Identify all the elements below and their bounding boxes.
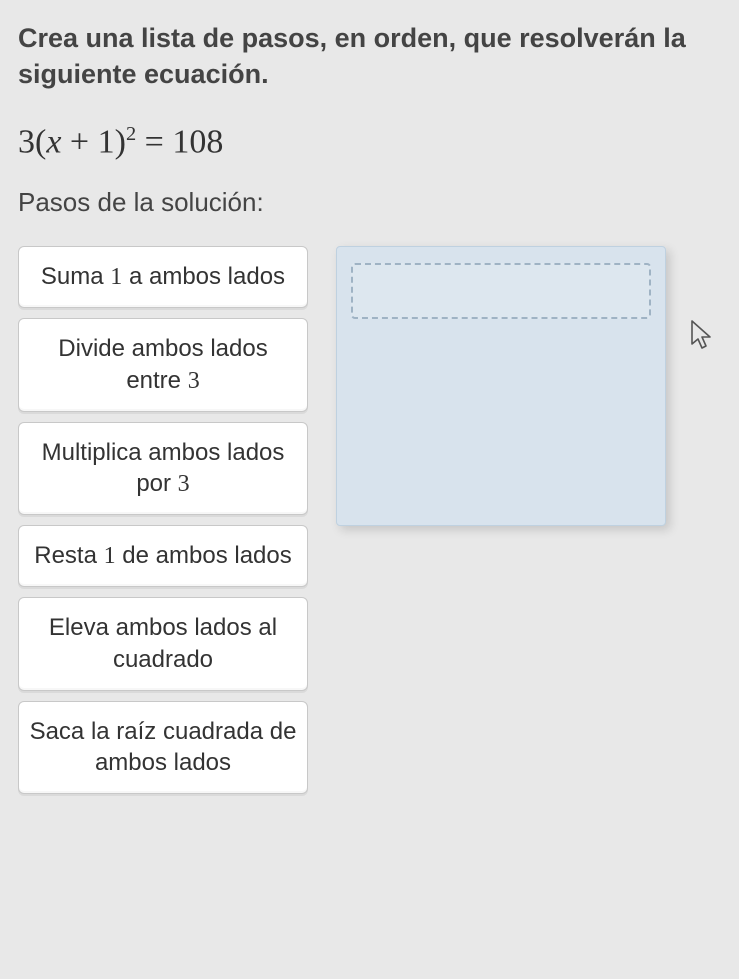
option-text-pre: Resta	[34, 542, 103, 569]
equation-exponent: 2	[126, 123, 136, 145]
options-column: Suma 1 a ambos lados Divide ambos lados …	[18, 246, 308, 794]
option-text-pre: Suma	[41, 263, 110, 290]
option-text-pre: Multiplica ambos lados por	[42, 439, 285, 497]
option-text-num: 1	[110, 264, 122, 290]
option-divide-3[interactable]: Divide ambos lados entre 3	[18, 318, 308, 411]
option-text-post: de ambos lados	[116, 542, 292, 569]
equation-coef: 3	[18, 123, 35, 160]
option-multiply-3[interactable]: Multiplica ambos lados por 3	[18, 422, 308, 515]
equation-variable: x	[46, 123, 61, 160]
drop-zone[interactable]	[336, 246, 666, 526]
option-text-pre: Eleva ambos lados al cuadrado	[49, 614, 277, 672]
equation-rhs: 108	[172, 123, 223, 160]
equation-plus: +	[61, 123, 97, 160]
option-square[interactable]: Eleva ambos lados al cuadrado	[18, 597, 308, 690]
steps-label: Pasos de la solución:	[18, 187, 721, 218]
drop-slot[interactable]	[351, 263, 651, 319]
option-text-num: 3	[178, 471, 190, 497]
equation-open-paren: (	[35, 123, 46, 160]
equation: 3(x + 1)2 = 108	[18, 123, 721, 161]
instruction-text: Crea una lista de pasos, en orden, que r…	[18, 20, 721, 93]
option-text-post: a ambos lados	[122, 263, 285, 290]
option-square-root[interactable]: Saca la raíz cuadrada de ambos lados	[18, 701, 308, 794]
option-text-num: 1	[104, 543, 116, 569]
equation-const: 1	[98, 123, 115, 160]
content-row: Suma 1 a ambos lados Divide ambos lados …	[18, 246, 721, 794]
option-subtract-1[interactable]: Resta 1 de ambos lados	[18, 525, 308, 587]
option-text-num: 3	[188, 368, 200, 394]
option-add-1[interactable]: Suma 1 a ambos lados	[18, 246, 308, 308]
equation-equals: =	[136, 123, 172, 160]
equation-close-paren: )	[115, 123, 126, 160]
option-text-pre: Divide ambos lados entre	[58, 335, 267, 393]
option-text-pre: Saca la raíz cuadrada de ambos lados	[30, 718, 297, 776]
